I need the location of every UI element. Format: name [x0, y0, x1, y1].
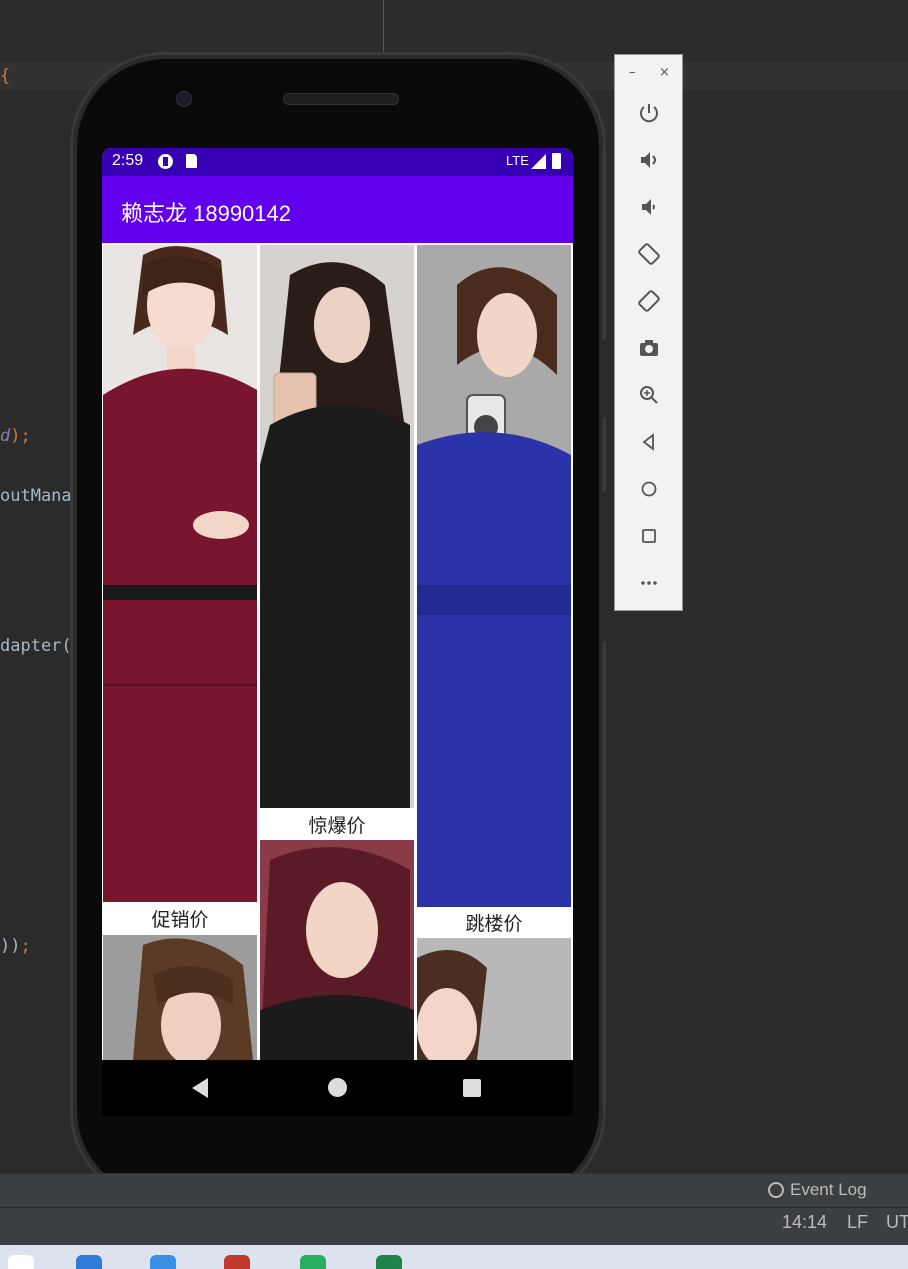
nav-home-icon[interactable] — [328, 1078, 347, 1097]
app-bar: 赖志龙 18990142 — [102, 176, 573, 243]
phone-power-key[interactable] — [603, 340, 608, 418]
back-icon[interactable] — [635, 428, 663, 456]
taskbar-app-icon[interactable] — [150, 1255, 176, 1269]
code-line[interactable]: { — [0, 66, 10, 86]
product-image — [103, 935, 257, 1060]
event-log-button[interactable]: Event Log — [768, 1180, 867, 1200]
battery-icon — [552, 153, 561, 169]
earpiece-speaker — [283, 93, 399, 105]
rotate-right-icon[interactable] — [635, 287, 663, 315]
code-line[interactable]: d); — [0, 426, 31, 446]
network-type: LTE — [506, 153, 529, 168]
emulator-toolbar: – × — [614, 54, 683, 611]
product-image — [260, 840, 414, 1060]
file-encoding[interactable]: UT — [886, 1212, 908, 1233]
notification-icon — [158, 154, 173, 169]
windows-taskbar — [0, 1245, 908, 1269]
taskbar-file-icon[interactable] — [8, 1255, 34, 1269]
cursor-time[interactable]: 14:14 — [782, 1212, 827, 1233]
android-status-bar: 2:59 LTE — [102, 148, 573, 176]
phone-screen: 2:59 LTE 赖志龙 18990142 促销价 惊爆价 跳楼价 — [102, 148, 573, 1060]
app-title: 赖志龙 18990142 — [121, 201, 291, 226]
power-icon[interactable] — [635, 99, 663, 127]
overview-icon[interactable] — [635, 522, 663, 550]
minimize-button[interactable]: – — [629, 65, 636, 80]
grid-item[interactable] — [260, 840, 414, 1060]
line-separator[interactable]: LF — [847, 1212, 868, 1233]
price-caption: 惊爆价 — [308, 815, 366, 837]
code-line[interactable]: dapter( — [0, 636, 72, 656]
grid-item[interactable] — [417, 938, 571, 1060]
android-nav-bar — [102, 1060, 573, 1116]
price-caption: 促销价 — [151, 909, 209, 931]
sd-card-icon — [186, 154, 197, 168]
volume-down-icon[interactable] — [635, 193, 663, 221]
status-time: 2:59 — [112, 152, 144, 169]
product-image — [417, 938, 571, 1060]
nav-back-icon[interactable] — [192, 1078, 208, 1098]
home-icon[interactable] — [635, 475, 663, 503]
price-caption: 跳楼价 — [465, 913, 523, 935]
event-log-label: Event Log — [790, 1180, 867, 1199]
code-line[interactable]: )); — [0, 936, 31, 956]
zoom-icon[interactable] — [635, 381, 663, 409]
ide-status-bar: 14:14 LF UT — [0, 1207, 908, 1246]
taskbar-app-icon[interactable] — [376, 1255, 402, 1269]
editor-tab-bar — [0, 0, 908, 52]
taskbar-app-icon[interactable] — [300, 1255, 326, 1269]
volume-up-icon[interactable] — [635, 146, 663, 174]
grid-item[interactable]: 促销价 — [103, 245, 257, 931]
taskbar-app-icon[interactable] — [76, 1255, 102, 1269]
nav-recents-icon[interactable] — [463, 1079, 481, 1097]
front-camera — [176, 91, 192, 107]
grid-item[interactable]: 惊爆价 — [260, 245, 414, 837]
code-line[interactable]: outMana — [0, 486, 72, 506]
camera-icon[interactable] — [635, 334, 663, 362]
phone-volume-key[interactable] — [603, 492, 608, 642]
rotate-left-icon[interactable] — [635, 240, 663, 268]
product-image — [260, 245, 414, 808]
more-icon[interactable] — [635, 569, 663, 597]
close-button[interactable]: × — [659, 65, 670, 80]
taskbar-app-icon[interactable] — [224, 1255, 250, 1269]
tab-divider — [383, 0, 384, 52]
product-image — [103, 245, 257, 902]
signal-icon — [531, 154, 546, 169]
grid-item[interactable]: 跳楼价 — [417, 245, 571, 935]
grid-item[interactable] — [103, 935, 257, 1060]
product-image — [417, 245, 571, 907]
event-log-icon — [768, 1182, 784, 1198]
